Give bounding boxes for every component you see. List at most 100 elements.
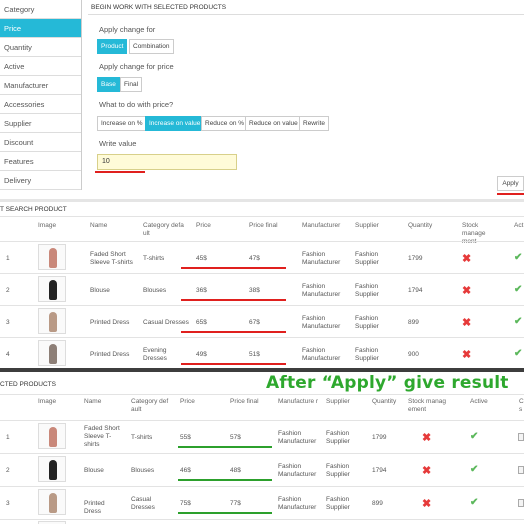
sidebar-item-delivery[interactable]: Delivery — [0, 171, 81, 190]
sidebar-item-accessories[interactable]: Accessories — [0, 95, 81, 114]
divider — [0, 199, 524, 202]
panel-title: BEGIN WORK WITH SELECTED PRODUCTS — [91, 4, 227, 11]
cross-icon[interactable]: ✖ — [422, 464, 431, 477]
cross-icon[interactable]: ✖ — [462, 316, 471, 329]
reduce-percent-button[interactable]: Reduce on % — [201, 116, 249, 131]
divider — [0, 486, 524, 487]
column-header: Quantity — [408, 222, 433, 229]
product-category: Blouses — [143, 287, 167, 294]
highlight-underline — [178, 512, 272, 514]
dress-image — [49, 493, 57, 513]
rewrite-button[interactable]: Rewrite — [299, 116, 330, 131]
check-icon[interactable]: ✔ — [470, 497, 478, 508]
base-price-button[interactable]: Base — [97, 77, 120, 92]
dress-image — [49, 248, 57, 268]
supplier-name: Fashion Supplier — [355, 315, 379, 330]
manufacturer-name: Fashion Manufacturer — [278, 496, 317, 511]
product-thumbnail[interactable] — [38, 489, 66, 515]
manufacturer-name: Fashion Manufacturer — [302, 251, 341, 266]
column-header: Price final — [230, 398, 259, 405]
product-name: Blouse — [84, 467, 104, 474]
apply-button[interactable]: Apply — [497, 176, 524, 191]
product-category: T-shirts — [143, 255, 165, 262]
column-header: Name — [90, 222, 108, 229]
price-final-value: 77$ — [230, 500, 241, 507]
check-icon[interactable]: ✔ — [514, 284, 522, 295]
apply-change-for-label: Apply change for — [99, 25, 156, 34]
column-header: Manufacture r — [278, 398, 319, 405]
cross-icon[interactable]: ✖ — [462, 252, 471, 265]
product-name: Printed Dress — [84, 500, 105, 515]
combination-toggle-button[interactable]: Combination — [129, 39, 174, 54]
product-thumbnail[interactable] — [38, 423, 66, 449]
quantity-value: 1799 — [372, 434, 387, 441]
sidebar-item-features[interactable]: Features — [0, 152, 81, 171]
check-icon[interactable]: ✔ — [514, 252, 522, 263]
column-header: Act — [514, 222, 524, 229]
divider — [0, 368, 524, 372]
row-id: 3 — [6, 500, 10, 507]
product-category: Evening Dresses — [143, 347, 167, 362]
product-thumbnail[interactable] — [38, 456, 66, 482]
product-name: Faded Short Sleeve T-shirts — [90, 251, 133, 266]
cross-icon[interactable]: ✖ — [422, 497, 431, 510]
dress-image — [49, 460, 57, 480]
increase-percent-button[interactable]: Increase on % — [97, 116, 147, 131]
column-header: Supplier — [326, 398, 350, 405]
divider — [0, 420, 524, 421]
divider — [0, 453, 524, 454]
highlight-underline — [181, 331, 286, 333]
sidebar-item-price[interactable]: Price — [0, 19, 81, 38]
column-header: Stock manag ement — [408, 398, 446, 413]
price-final-value: 57$ — [230, 434, 241, 441]
column-header: Active — [470, 398, 488, 405]
product-category: Casual Dresses — [143, 319, 189, 326]
price-value: 46$ — [180, 467, 191, 474]
cross-icon[interactable]: ✖ — [462, 284, 471, 297]
sidebar-item-category[interactable]: Category — [0, 0, 81, 19]
price-final-value: 51$ — [249, 351, 260, 358]
divider — [0, 394, 524, 395]
divider — [0, 273, 524, 274]
column-header: Name — [84, 398, 102, 405]
product-thumbnail[interactable] — [38, 340, 66, 366]
increase-value-button[interactable]: Increase on value — [145, 116, 205, 131]
reduce-value-button[interactable]: Reduce on value — [245, 116, 302, 131]
price-final-value: 67$ — [249, 319, 260, 326]
highlight-underline — [181, 299, 286, 301]
cross-icon[interactable]: ✖ — [462, 348, 471, 361]
price-value: 75$ — [180, 500, 191, 507]
apply-change-for-price-label: Apply change for price — [99, 62, 174, 71]
check-icon[interactable]: ✔ — [514, 316, 522, 327]
sidebar-item-supplier[interactable]: Supplier — [0, 114, 81, 133]
final-price-button[interactable]: Final — [120, 77, 143, 92]
check-icon[interactable]: ✔ — [470, 464, 478, 475]
cross-icon[interactable]: ✖ — [422, 431, 431, 444]
highlight-underline — [178, 479, 272, 481]
write-value-input[interactable]: 10 — [97, 154, 237, 170]
edit-icon[interactable] — [518, 466, 524, 474]
product-thumbnail[interactable] — [38, 244, 66, 270]
check-icon[interactable]: ✔ — [470, 431, 478, 442]
price-value: 65$ — [196, 319, 207, 326]
product-toggle-button[interactable]: Product — [97, 39, 128, 54]
quantity-value: 899 — [372, 500, 383, 507]
sidebar-item-active[interactable]: Active — [0, 57, 81, 76]
sidebar-item-manufacturer[interactable]: Manufacturer — [0, 76, 81, 95]
result-section-title: CTED PRODUCTS — [0, 381, 56, 388]
divider — [0, 216, 524, 217]
manufacturer-name: Fashion Manufacturer — [278, 463, 317, 478]
column-header: C s — [519, 398, 524, 413]
sidebar-item-discount[interactable]: Discount — [0, 133, 81, 152]
dress-image — [49, 280, 57, 300]
edit-icon[interactable] — [518, 433, 524, 441]
quantity-value: 1799 — [408, 255, 423, 262]
search-section-title: T SEARCH PRODUCT — [0, 206, 67, 213]
price-value: 49$ — [196, 351, 207, 358]
product-thumbnail[interactable] — [38, 276, 66, 302]
price-final-value: 38$ — [249, 287, 260, 294]
edit-icon[interactable] — [518, 499, 524, 507]
sidebar-item-quantity[interactable]: Quantity — [0, 38, 81, 57]
check-icon[interactable]: ✔ — [514, 348, 522, 359]
product-thumbnail[interactable] — [38, 308, 66, 334]
